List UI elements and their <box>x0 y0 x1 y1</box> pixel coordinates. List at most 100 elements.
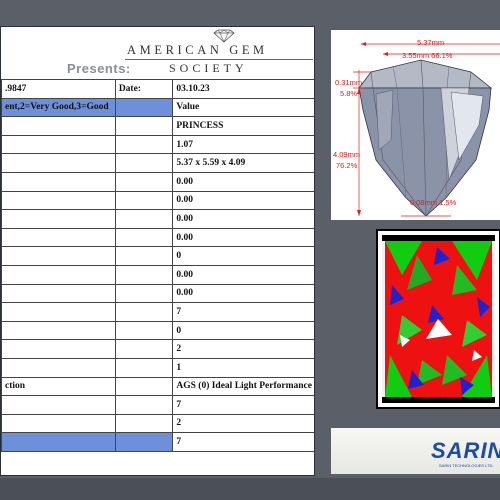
table-cell-c1 <box>1 283 116 304</box>
table-cell-c3: 0 <box>172 320 314 341</box>
table-cell-c3: 7 <box>172 302 314 322</box>
table-cell-c3: 7 <box>172 432 314 452</box>
table-cell-c1 <box>1 413 116 434</box>
table-cell-c2 <box>114 302 174 322</box>
ags-logo-rule <box>125 59 313 60</box>
table-cell-c3: 5.37 x 5.59 x 4.09 <box>172 153 314 173</box>
table-cell-c2 <box>114 153 174 173</box>
table-cell-c1 <box>1 227 116 248</box>
table-cell-c3: PRINCESS <box>172 116 314 136</box>
table-cell-c3: 0.00 <box>172 264 314 285</box>
table-cell-c3: Value <box>172 97 314 118</box>
table-row: 7 <box>1 395 314 415</box>
ags-logo-line1: AMERICAN GEM <box>127 43 268 57</box>
sarin-logo: SARIN <box>431 438 500 463</box>
table-cell-c1 <box>1 246 116 266</box>
aset-image <box>382 235 495 403</box>
table-cell-c2 <box>114 227 174 248</box>
table-row: 7 <box>1 432 314 452</box>
table-row: 0.00 <box>1 171 314 192</box>
width-label: 5.37mm <box>417 38 445 47</box>
table-cell-c2 <box>114 246 174 266</box>
table-cell-c1: .9847 <box>1 79 116 99</box>
table-cell-c1 <box>1 302 116 322</box>
table-cell-c1: ent,2=Very Good,3=Good <box>1 97 116 118</box>
table-row: 0.00 <box>1 227 314 248</box>
table-label: 3.55mm 66.1% <box>402 51 453 60</box>
table-row: 0.00 <box>1 190 314 211</box>
table-cell-c2 <box>114 413 174 434</box>
table-cell-c1 <box>1 116 116 136</box>
table-cell-c3: 1 <box>172 357 314 378</box>
table-cell-c2 <box>114 209 174 229</box>
proportion-diagram-panel: 5.37mm 3.55mm 66.1% 0.31mm 5.8% 4.09mm 7… <box>331 30 500 220</box>
table-cell-c2: Date: <box>114 79 174 99</box>
report-header: Presents: AMERICAN GEM SOCIETY <box>1 27 314 79</box>
table-row: 0.00 <box>1 283 314 304</box>
grading-table: .9847 Date: 03.10.23 ent,2=Very Good,3=Good… <box>1 79 314 452</box>
table-cell-c1 <box>1 153 116 173</box>
table-cell-c3: 0.00 <box>172 190 314 211</box>
table-cell-c2 <box>114 432 174 452</box>
table-cell-c1 <box>1 432 116 452</box>
table-cell-c3: 1.07 <box>172 134 314 155</box>
culet-label: 0.08mm 1.5% <box>410 198 457 207</box>
table-row: 1.07 <box>1 134 314 155</box>
table-row: 0 <box>1 246 314 266</box>
table-row: 0.00 <box>1 264 314 285</box>
table-row: 0.00 <box>1 209 314 229</box>
depth-mm-label: 4.09mm <box>333 150 361 159</box>
aset-image-frame <box>376 229 500 409</box>
presents-label: Presents: <box>67 61 131 76</box>
table-row: 5.37 x 5.59 x 4.09 <box>1 153 314 173</box>
table-row: 2 <box>1 339 314 359</box>
sarin-subtitle: SARIN TECHNOLOGIES LTD. <box>439 463 494 468</box>
table-cell-c1 <box>1 320 116 341</box>
table-cell-c2 <box>114 171 174 192</box>
table-cell-c3: 0 <box>172 246 314 266</box>
table-row: 0 <box>1 320 314 341</box>
table-cell-c3: 0.00 <box>172 227 314 248</box>
table-cell-c1 <box>1 171 116 192</box>
table-cell-c2 <box>114 97 174 118</box>
table-cell-c1 <box>1 357 116 378</box>
table-cell-c2 <box>114 134 174 155</box>
crown-pct-label: 5.8% <box>340 89 358 98</box>
table-cell-c3: 0.00 <box>172 209 314 229</box>
ags-logo-line2: SOCIETY <box>169 61 248 75</box>
table-cell-c3: 0.00 <box>172 171 314 192</box>
window-frame-bottom <box>0 478 500 500</box>
table-cell-c2 <box>114 283 174 304</box>
table-cell-c1 <box>1 190 116 211</box>
table-row: PRINCESS <box>1 116 314 136</box>
table-cell-c2 <box>114 339 174 359</box>
gem-crown <box>358 59 493 89</box>
depth-pct-label: 76.2% <box>336 161 358 170</box>
table-row: ction AGS (0) Ideal Light Performance <box>1 376 314 397</box>
table-cell-c1: ction <box>1 376 116 397</box>
table-cell-c2 <box>114 376 174 397</box>
table-cell-c1 <box>1 134 116 155</box>
aset-panel <box>331 222 500 418</box>
ags-logo: AMERICAN GEM SOCIETY <box>125 29 313 77</box>
table-row: 1 <box>1 357 314 378</box>
table-row: 2 <box>1 413 314 434</box>
crown-mm-label: 0.31mm <box>335 78 363 87</box>
table-cell-c2 <box>114 320 174 341</box>
table-cell-c3: 2 <box>172 413 314 434</box>
table-cell-c3: 03.10.23 <box>172 79 314 99</box>
table-cell-c3: 2 <box>172 339 314 359</box>
table-row: ent,2=Very Good,3=Good Value <box>1 97 314 118</box>
table-cell-c2 <box>114 116 174 136</box>
table-cell-c1 <box>1 339 116 359</box>
diamond-icon <box>213 29 235 43</box>
table-cell-c2 <box>114 357 174 378</box>
table-cell-c3: 0.00 <box>172 283 314 304</box>
report-panel: Presents: AMERICAN GEM SOCIETY .9847 Date… <box>0 26 315 476</box>
table-cell-c3: AGS (0) Ideal Light Performance <box>172 376 314 397</box>
table-row: .9847 Date: 03.10.23 <box>1 79 314 99</box>
table-cell-c2 <box>114 264 174 285</box>
table-cell-c1 <box>1 209 116 229</box>
table-cell-c2 <box>114 395 174 415</box>
table-cell-c3: 7 <box>172 395 314 415</box>
